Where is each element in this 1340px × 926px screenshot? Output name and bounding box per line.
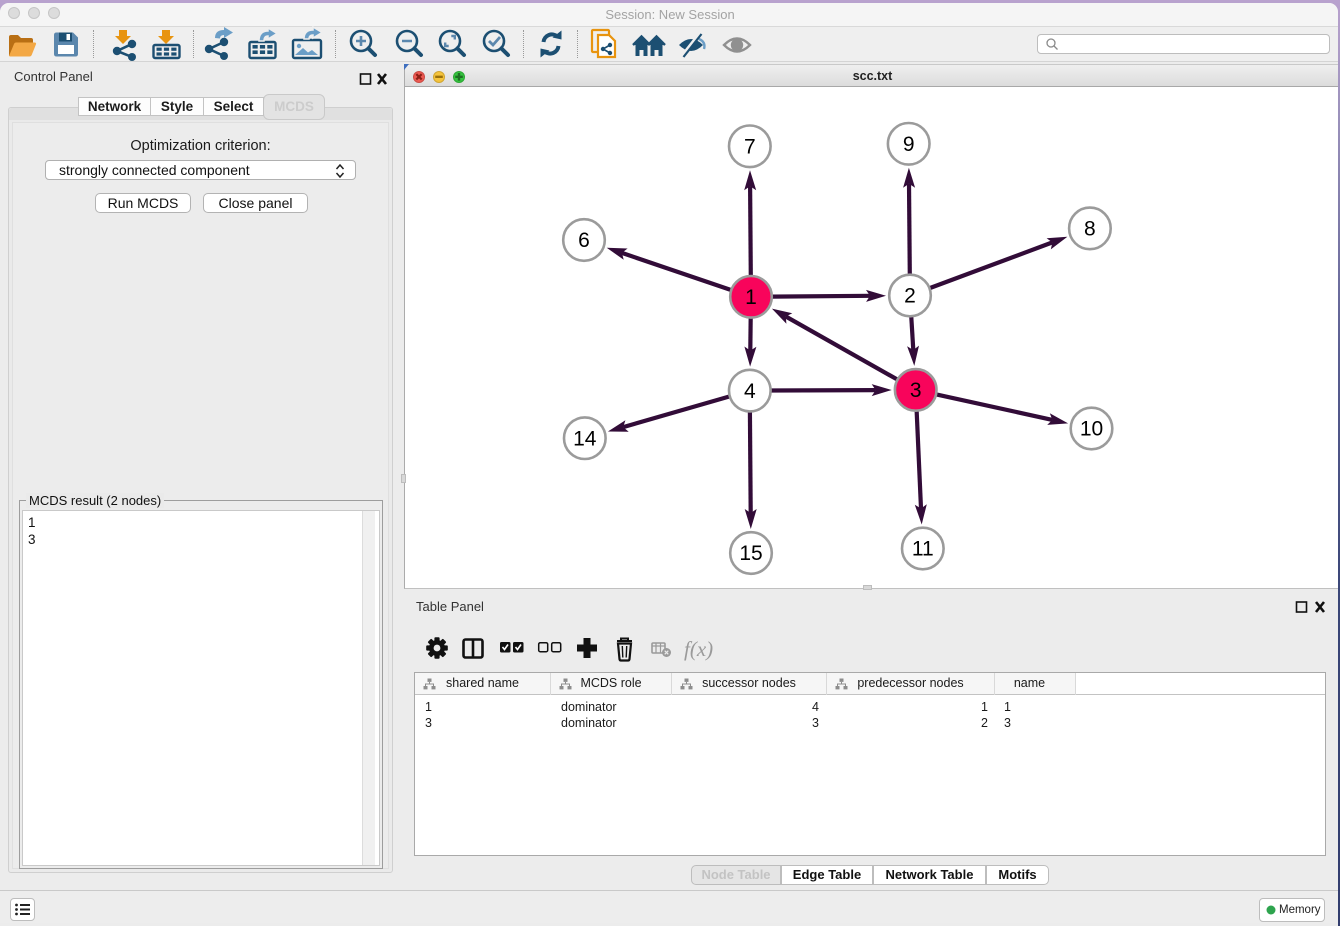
svg-text:1: 1 (745, 286, 757, 309)
svg-text:6: 6 (578, 229, 590, 252)
svg-text:10: 10 (1080, 418, 1103, 441)
svg-text:14: 14 (573, 427, 597, 450)
svg-text:f(x): f(x) (684, 637, 713, 661)
svg-text:3: 3 (910, 379, 922, 402)
svg-text:4: 4 (744, 380, 756, 403)
svg-text:8: 8 (1084, 218, 1096, 241)
svg-text:2: 2 (904, 285, 916, 308)
svg-text:9: 9 (903, 133, 915, 156)
svg-text:7: 7 (744, 136, 756, 159)
svg-text:11: 11 (912, 538, 934, 561)
svg-text:15: 15 (739, 542, 762, 565)
